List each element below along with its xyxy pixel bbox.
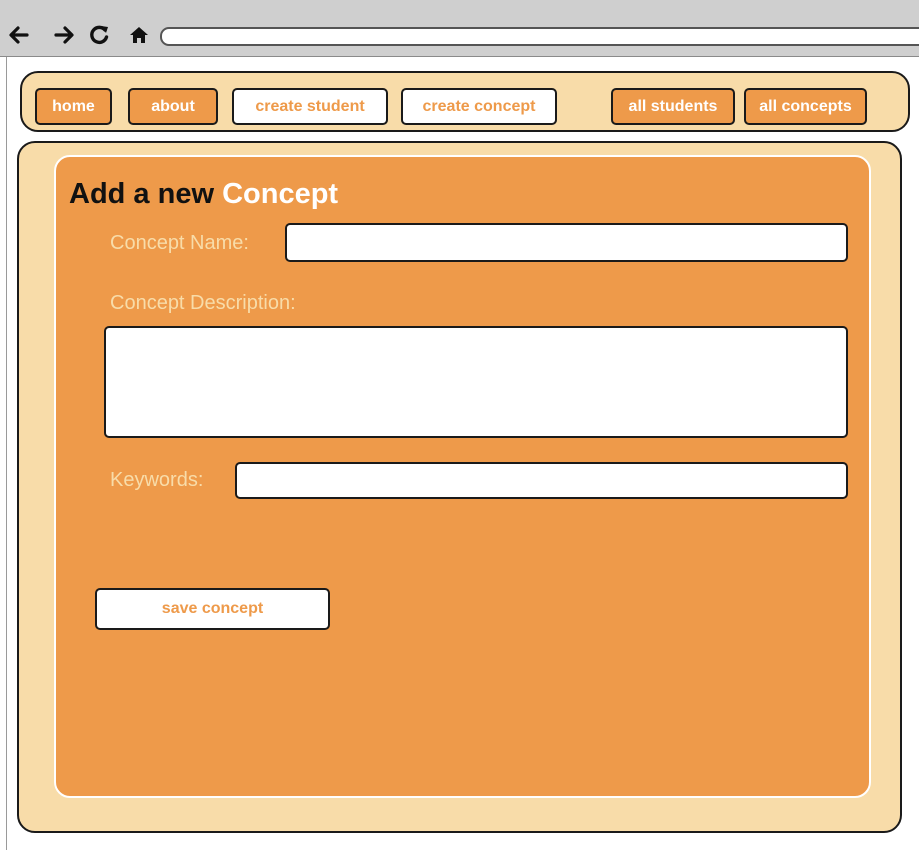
- back-button[interactable]: [7, 22, 31, 48]
- reload-button[interactable]: [87, 22, 111, 48]
- concept-description-textarea[interactable]: [104, 326, 848, 438]
- home-icon: [130, 27, 148, 43]
- nav-about-button[interactable]: about: [128, 88, 218, 125]
- forward-button[interactable]: [52, 22, 76, 48]
- page-title: Add a new Concept: [69, 178, 338, 211]
- save-concept-button[interactable]: save concept: [95, 588, 330, 630]
- concept-description-label: Concept Description:: [110, 292, 296, 314]
- nav-create-student-button[interactable]: create student: [232, 88, 388, 125]
- title-accent: Concept: [222, 178, 339, 210]
- nav-all-concepts-button[interactable]: all concepts: [744, 88, 867, 125]
- nav-all-students-button[interactable]: all students: [611, 88, 735, 125]
- title-prefix: Add a new: [69, 178, 215, 210]
- arrow-left-icon: [9, 26, 29, 44]
- browser-frame: [0, 57, 7, 850]
- address-bar[interactable]: [160, 27, 919, 46]
- concept-name-label: Concept Name:: [110, 232, 249, 254]
- home-nav-button[interactable]: [127, 22, 151, 48]
- nav-home-button[interactable]: home: [35, 88, 112, 125]
- keywords-label: Keywords:: [110, 469, 204, 491]
- keywords-input[interactable]: [235, 462, 848, 499]
- nav-create-concept-button[interactable]: create concept: [401, 88, 557, 125]
- reload-icon: [90, 25, 109, 45]
- concept-name-input[interactable]: [285, 223, 848, 262]
- browser-toolbar: [0, 0, 919, 57]
- arrow-right-icon: [54, 26, 74, 44]
